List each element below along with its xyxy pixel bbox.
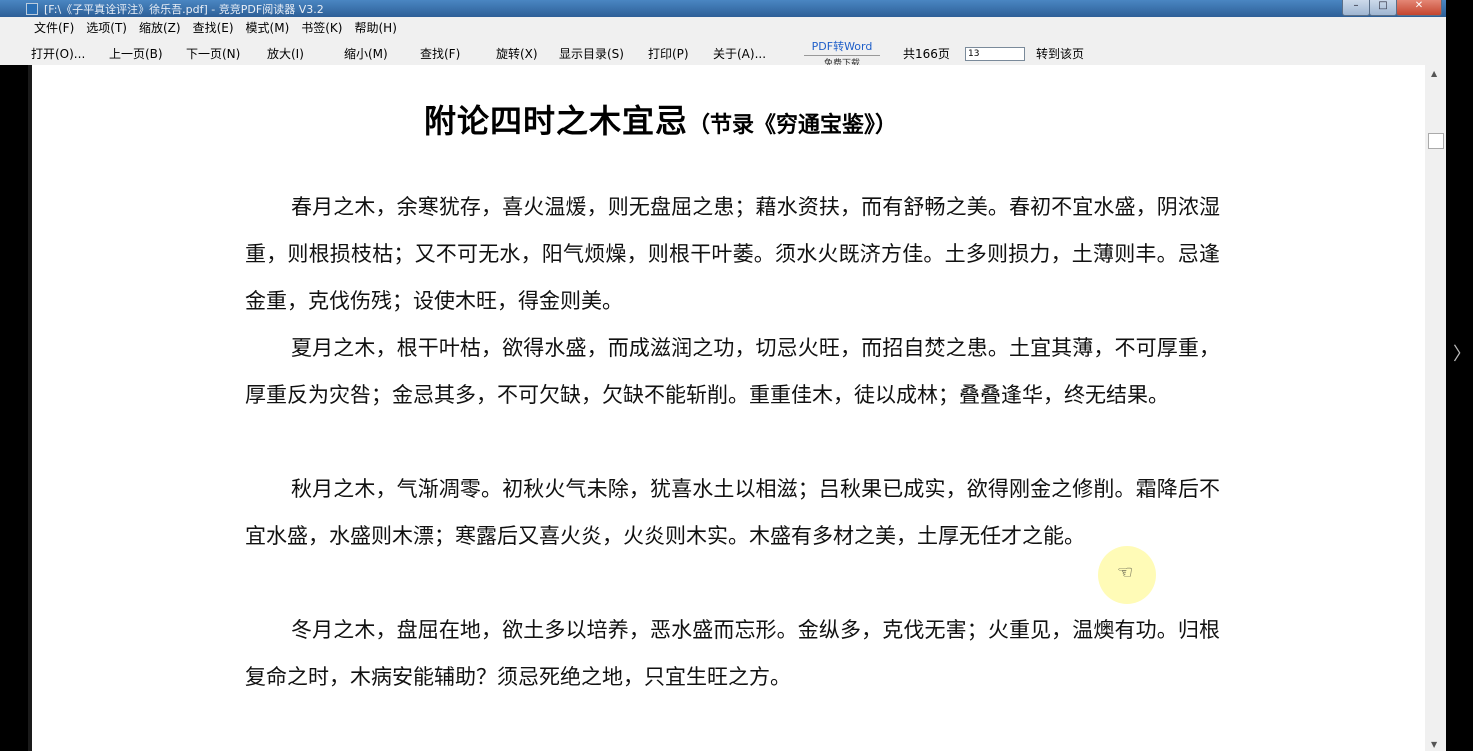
paragraph-autumn: 秋月之木，气渐凋零。初秋火气未除，犹喜水土以相滋；吕秋果已成实，欲得刚金之修削。… bbox=[245, 477, 1220, 548]
paragraph-spring: 春月之木，余寒犹存，喜火温煖，则无盘屈之患；藉水资扶，而有舒畅之美。春初不宜水盛… bbox=[245, 195, 1220, 313]
menu-find[interactable]: 查找(E) bbox=[193, 19, 234, 36]
right-margin: 〉 bbox=[1446, 0, 1473, 751]
zoom-out-button[interactable]: 缩小(M) bbox=[344, 45, 388, 62]
rotate-button[interactable]: 旋转(X) bbox=[496, 45, 538, 62]
maximize-button[interactable]: □ bbox=[1369, 0, 1397, 16]
window-title-bar[interactable]: [F:\《子平真诠评注》徐乐吾.pdf] - 竞竞PDF阅读器 V3.2 – □… bbox=[0, 0, 1446, 17]
toolbar: 打开(O)... 上一页(B) 下一页(N) 放大(I) 缩小(M) 查找(F)… bbox=[0, 37, 1446, 69]
menu-mode[interactable]: 模式(M) bbox=[246, 19, 290, 36]
menu-bookmark[interactable]: 书签(K) bbox=[301, 19, 342, 36]
zoom-in-button[interactable]: 放大(I) bbox=[267, 45, 304, 62]
paragraph-summer: 夏月之木，根干叶枯，欲得水盛，而成滋润之功，切忌火旺，而招自焚之患。土宜其薄，不… bbox=[245, 336, 1220, 407]
scroll-down-arrow-icon[interactable]: ▼ bbox=[1431, 740, 1437, 749]
page-number-input[interactable] bbox=[965, 47, 1025, 61]
cursor-highlight: ☜ bbox=[1098, 546, 1156, 604]
hand-cursor-icon: ☜ bbox=[1117, 562, 1134, 583]
next-page-button[interactable]: 下一页(N) bbox=[186, 45, 240, 62]
chevron-right-icon[interactable]: 〉 bbox=[1453, 340, 1471, 366]
left-margin bbox=[0, 65, 28, 751]
open-button[interactable]: 打开(O)... bbox=[31, 45, 85, 62]
minimize-button[interactable]: – bbox=[1342, 0, 1370, 16]
find-button[interactable]: 查找(F) bbox=[420, 45, 460, 62]
menu-file[interactable]: 文件(F) bbox=[34, 19, 74, 36]
window-title: [F:\《子平真诠评注》徐乐吾.pdf] - 竞竞PDF阅读器 V3.2 bbox=[44, 2, 324, 16]
scrollbar-thumb[interactable] bbox=[1428, 133, 1444, 149]
total-pages-label: 共166页 bbox=[903, 47, 950, 61]
paragraph-winter: 冬月之木，盘屈在地，欲土多以培养，恶水盛而忘形。金纵多，克伐无害；火重见，温燠有… bbox=[245, 618, 1220, 689]
close-button[interactable]: ✕ bbox=[1396, 0, 1442, 16]
menu-help[interactable]: 帮助(H) bbox=[354, 19, 396, 36]
print-button[interactable]: 打印(P) bbox=[648, 45, 689, 62]
menu-bar: 文件(F) 选项(T) 缩放(Z) 查找(E) 模式(M) 书签(K) 帮助(H… bbox=[0, 17, 1446, 37]
goto-page-button[interactable]: 转到该页 bbox=[1036, 45, 1084, 62]
menu-options[interactable]: 选项(T) bbox=[86, 19, 127, 36]
pdf-to-word-label: PDF转Word bbox=[811, 40, 873, 53]
app-icon bbox=[26, 2, 38, 15]
prev-page-button[interactable]: 上一页(B) bbox=[109, 45, 163, 62]
show-toc-button[interactable]: 显示目录(S) bbox=[559, 45, 624, 62]
about-button[interactable]: 关于(A)... bbox=[713, 45, 766, 62]
menu-zoom[interactable]: 缩放(Z) bbox=[139, 19, 181, 36]
scroll-up-arrow-icon[interactable]: ▲ bbox=[1431, 69, 1437, 78]
page-subtitle: （节录《穷通宝鉴》） bbox=[688, 112, 898, 138]
document-heading: 附论四时之木宜忌（节录《穷通宝鉴》） bbox=[424, 96, 897, 142]
vertical-scrollbar[interactable]: ▲ ▼ bbox=[1425, 65, 1446, 751]
window-controls: – □ ✕ bbox=[1342, 0, 1442, 16]
page-title: 附论四时之木宜忌 bbox=[424, 102, 689, 140]
